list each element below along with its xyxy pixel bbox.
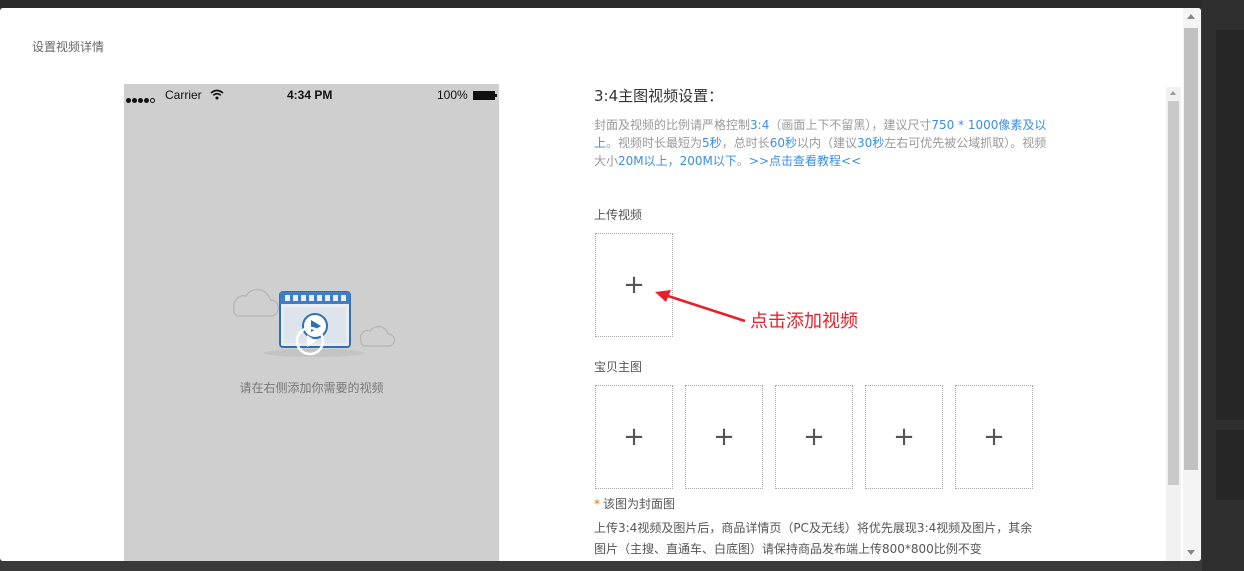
background-dim-right xyxy=(1202,0,1244,571)
required-star: * xyxy=(594,497,600,511)
plus-icon: + xyxy=(893,422,915,452)
clock-label: 4:34 PM xyxy=(287,88,333,102)
modal-title: 设置视频详情 xyxy=(32,40,105,54)
plus-icon: + xyxy=(623,422,645,452)
plus-icon: + xyxy=(983,422,1005,452)
video-placeholder-icon xyxy=(233,288,396,357)
battery-percent: 100% xyxy=(437,88,468,102)
content-scrollbar[interactable] xyxy=(1166,87,1181,561)
requirements-description: 封面及视频的比例请严格控制3:4（画面上下不留黑），建议尺寸750 * 1000… xyxy=(594,118,1047,168)
plus-icon: + xyxy=(713,422,735,452)
section-title: 3:4主图视频设置： xyxy=(594,87,724,105)
main-image-slot-4[interactable]: + xyxy=(865,385,943,489)
scrollbar-thumb[interactable] xyxy=(1184,28,1198,470)
scroll-up-icon[interactable] xyxy=(1170,91,1176,95)
upload-video-label: 上传视频 xyxy=(594,208,643,222)
video-settings-modal: 设置视频详情 Carrier 4:34 PM 100% 请在右侧添加你需要的视频… xyxy=(0,8,1201,561)
main-image-slot-3[interactable]: + xyxy=(775,385,853,489)
plus-icon: + xyxy=(803,422,825,452)
phone-preview: Carrier 4:34 PM 100% 请在右侧添加你需要的视频 xyxy=(124,84,499,561)
scrollbar-thumb[interactable] xyxy=(1168,101,1179,485)
main-image-slot-1[interactable]: + xyxy=(595,385,673,489)
upload-footnote: 上传3:4视频及图片后，商品详情页（PC及无线）将优先展现3:4视频及图片，其余… xyxy=(594,521,1033,556)
main-image-slot-5[interactable]: + xyxy=(955,385,1033,489)
background-dim-top xyxy=(0,0,1244,8)
plus-icon: + xyxy=(623,270,645,300)
empty-preview-hint: 请在右侧添加你需要的视频 xyxy=(239,381,384,395)
signal-icon xyxy=(126,92,156,106)
main-image-label: 宝贝主图 xyxy=(594,360,643,374)
wifi-icon xyxy=(210,89,224,100)
main-image-slot-2[interactable]: + xyxy=(685,385,763,489)
cover-image-note: * 该图为封面图 xyxy=(594,497,676,511)
phone-status-bar: Carrier 4:34 PM 100% xyxy=(124,84,499,106)
tutorial-link[interactable]: >>点击查看教程<< xyxy=(749,154,861,168)
modal-scrollbar[interactable] xyxy=(1183,8,1201,561)
scroll-down-icon[interactable] xyxy=(1187,550,1195,555)
scroll-up-icon[interactable] xyxy=(1187,14,1195,19)
carrier-label: Carrier xyxy=(165,88,202,102)
annotation-text: 点击添加视频 xyxy=(750,311,858,332)
battery-icon xyxy=(473,91,497,100)
annotation-arrow-icon xyxy=(655,290,746,323)
